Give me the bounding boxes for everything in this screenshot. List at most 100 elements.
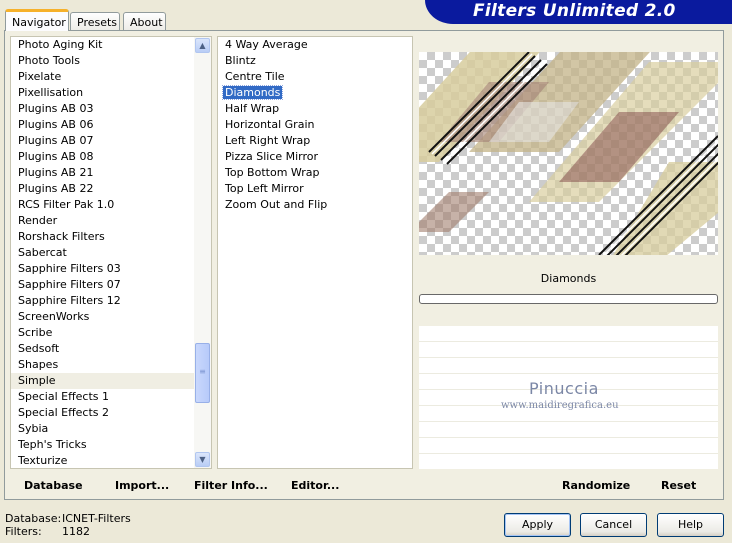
category-item[interactable]: Pixellisation — [11, 85, 211, 101]
category-label: Photo Tools — [18, 54, 80, 67]
category-item[interactable]: ScreenWorks — [11, 309, 211, 325]
category-item[interactable]: Special Effects 2 — [11, 405, 211, 421]
category-item[interactable]: Special Effects 1 — [11, 389, 211, 405]
filter-label: Pizza Slice Mirror — [225, 150, 319, 163]
tab-presets[interactable]: Presets — [70, 12, 120, 31]
filter-info-button[interactable]: Filter Info... — [194, 479, 268, 492]
category-label: Sapphire Filters 03 — [18, 262, 121, 275]
filter-item[interactable]: Half Wrap — [218, 101, 412, 117]
category-item[interactable]: Plugins AB 06 — [11, 117, 211, 133]
category-label: Special Effects 1 — [18, 390, 110, 403]
chevron-up-icon: ▲ — [199, 41, 206, 50]
category-label: Plugins AB 21 — [18, 166, 94, 179]
filter-item[interactable]: Diamonds — [218, 85, 412, 101]
category-item[interactable]: Shapes — [11, 357, 211, 373]
filter-items: 4 Way Average Blintz Centre Tile Diamonds Ha… — [218, 37, 412, 213]
filter-item[interactable]: Centre Tile — [218, 69, 412, 85]
category-label: Rorshack Filters — [18, 230, 105, 243]
apply-button[interactable]: Apply — [504, 513, 571, 537]
category-item[interactable]: Photo Aging Kit — [11, 37, 211, 53]
category-label: Shapes — [18, 358, 59, 371]
category-item[interactable]: Sapphire Filters 07 — [11, 277, 211, 293]
category-label: Sybia — [18, 422, 49, 435]
chevron-down-icon: ▼ — [199, 455, 206, 464]
category-item[interactable]: Plugins AB 07 — [11, 133, 211, 149]
category-items: Photo Aging Kit Photo Tools Pixelate Pixell… — [11, 37, 211, 469]
cancel-button[interactable]: Cancel — [580, 513, 647, 537]
filter-item[interactable]: Horizontal Grain — [218, 117, 412, 133]
category-item[interactable]: Sabercat — [11, 245, 211, 261]
category-label: Plugins AB 22 — [18, 182, 94, 195]
filter-list[interactable]: 4 Way Average Blintz Centre Tile Diamonds Ha… — [217, 36, 413, 469]
category-label: Pixelate — [18, 70, 62, 83]
category-item[interactable]: Scribe — [11, 325, 211, 341]
randomize-button[interactable]: Randomize — [562, 479, 630, 492]
help-button[interactable]: Help — [657, 513, 724, 537]
filter-label: Horizontal Grain — [225, 118, 315, 131]
filter-item[interactable]: Pizza Slice Mirror — [218, 149, 412, 165]
category-item[interactable]: RCS Filter Pak 1.0 — [11, 197, 211, 213]
category-label: Teph's Tricks — [18, 438, 87, 451]
category-label: Plugins AB 03 — [18, 102, 94, 115]
category-item[interactable]: Texturize — [11, 453, 211, 469]
filter-item[interactable]: Zoom Out and Flip — [218, 197, 412, 213]
category-item[interactable]: Sapphire Filters 03 — [11, 261, 211, 277]
category-label: Pixellisation — [18, 86, 84, 99]
filter-label: Diamonds — [221, 85, 284, 100]
reset-button[interactable]: Reset — [661, 479, 696, 492]
category-label: Photo Aging Kit — [18, 38, 103, 51]
status-filters-value: 1182 — [62, 525, 90, 538]
category-list[interactable]: Photo Aging Kit Photo Tools Pixelate Pixell… — [10, 36, 212, 469]
scroll-up-button[interactable]: ▲ — [195, 38, 210, 53]
filter-item[interactable]: Blintz — [218, 53, 412, 69]
category-scrollbar[interactable]: ▲ ≡ ▼ — [194, 37, 211, 468]
editor-button[interactable]: Editor... — [291, 479, 339, 492]
filter-item[interactable]: Top Bottom Wrap — [218, 165, 412, 181]
status-database-value: ICNET-Filters — [62, 512, 131, 525]
category-item[interactable]: Plugins AB 03 — [11, 101, 211, 117]
scroll-down-button[interactable]: ▼ — [195, 452, 210, 467]
preview-image — [419, 52, 718, 255]
filter-item[interactable]: Left Right Wrap — [218, 133, 412, 149]
filter-item[interactable]: Top Left Mirror — [218, 181, 412, 197]
category-item[interactable]: Pixelate — [11, 69, 211, 85]
tab-about[interactable]: About — [123, 12, 166, 31]
category-label: RCS Filter Pak 1.0 — [18, 198, 115, 211]
category-item[interactable]: Rorshack Filters — [11, 229, 211, 245]
category-label: Sabercat — [18, 246, 67, 259]
filter-label: Half Wrap — [225, 102, 280, 115]
watermark-name: Pinuccia — [529, 379, 599, 398]
filter-item[interactable]: 4 Way Average — [218, 37, 412, 53]
status-filters-label: Filters: — [5, 525, 42, 538]
category-label: Texturize — [18, 454, 68, 467]
scroll-thumb[interactable]: ≡ — [195, 343, 210, 403]
category-item[interactable]: Sedsoft — [11, 341, 211, 357]
parameter-area: Pinuccia www.maidiregrafica.eu — [419, 326, 718, 469]
database-button[interactable]: Database — [24, 479, 83, 492]
category-label: Render — [18, 214, 58, 227]
category-label: Plugins AB 08 — [18, 150, 94, 163]
category-item[interactable]: Plugins AB 21 — [11, 165, 211, 181]
category-item[interactable]: Plugins AB 08 — [11, 149, 211, 165]
category-item[interactable]: Photo Tools — [11, 53, 211, 69]
category-label: Special Effects 2 — [18, 406, 110, 419]
filter-label: Blintz — [225, 54, 256, 67]
category-label: Scribe — [18, 326, 53, 339]
category-item[interactable]: Plugins AB 22 — [11, 181, 211, 197]
filter-label: Zoom Out and Flip — [225, 198, 328, 211]
category-item[interactable]: Sybia — [11, 421, 211, 437]
category-label: Simple — [18, 374, 56, 387]
category-item[interactable]: Sapphire Filters 12 — [11, 293, 211, 309]
category-label: Plugins AB 06 — [18, 118, 94, 131]
app-title: Filters Unlimited 2.0 — [473, 1, 676, 21]
filter-label: 4 Way Average — [225, 38, 308, 51]
filter-label: Centre Tile — [225, 70, 285, 83]
filter-label: Top Left Mirror — [225, 182, 304, 195]
filter-label: Left Right Wrap — [225, 134, 311, 147]
category-item[interactable]: Simple — [11, 373, 211, 389]
grip-icon: ≡ — [199, 367, 206, 376]
tab-navigator[interactable]: Navigator — [5, 9, 69, 31]
category-item[interactable]: Render — [11, 213, 211, 229]
import-button[interactable]: Import... — [115, 479, 169, 492]
category-item[interactable]: Teph's Tricks — [11, 437, 211, 453]
